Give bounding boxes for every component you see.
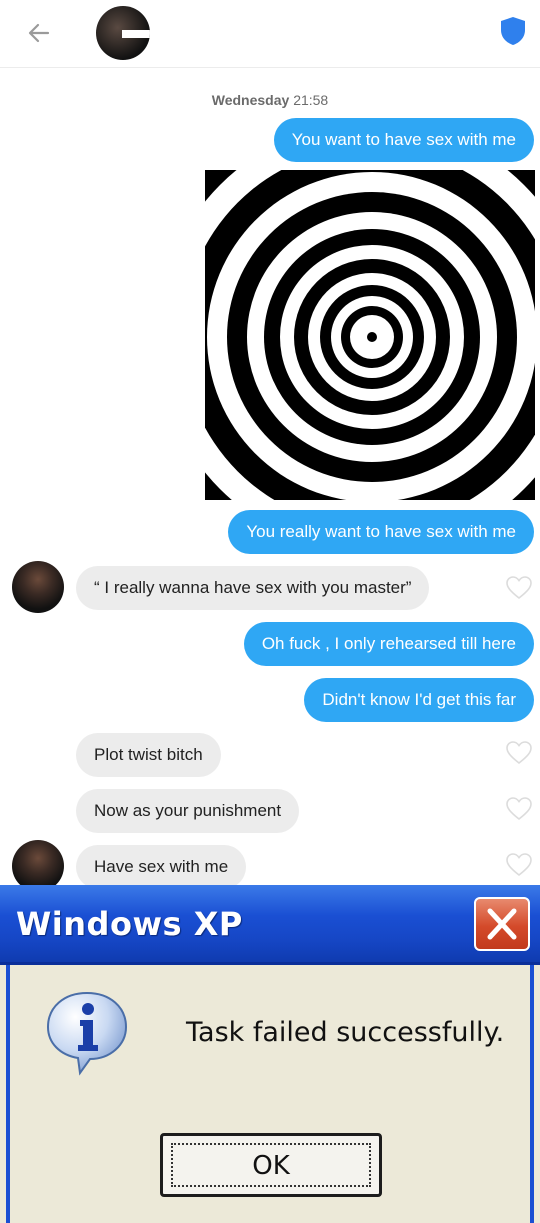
message-bubble-incoming[interactable]: “ I really wanna have sex with you maste…	[76, 566, 430, 610]
message-bubble-incoming[interactable]: Plot twist bitch	[76, 733, 221, 777]
message-bubble-incoming[interactable]: Now as your punishment	[76, 789, 300, 833]
close-icon	[487, 908, 517, 940]
message-bubble-outgoing[interactable]: Oh fuck , I only rehearsed till here	[243, 622, 534, 666]
avatar[interactable]	[12, 561, 64, 613]
heart-icon[interactable]	[506, 853, 532, 877]
message-bubble-incoming[interactable]: Have sex with me	[76, 845, 247, 889]
dialog-message: Task failed successfully.	[186, 1017, 505, 1048]
dialog-title: Windows XP	[16, 905, 243, 943]
heart-icon[interactable]	[506, 741, 532, 765]
message-bubble-outgoing[interactable]: You really want to have sex with me	[228, 510, 534, 554]
chat-header	[0, 0, 540, 68]
shield-icon[interactable]	[500, 16, 526, 46]
close-button[interactable]	[474, 897, 530, 951]
spiral-image[interactable]	[205, 170, 535, 500]
arrow-left-icon[interactable]	[24, 18, 54, 48]
ok-button-label: OK	[171, 1143, 371, 1187]
message-bubble-outgoing[interactable]: You want to have sex with me	[273, 118, 534, 162]
ok-button[interactable]: OK	[160, 1133, 382, 1197]
heart-icon[interactable]	[506, 797, 532, 821]
message-timestamp: Wednesday 21:58	[0, 92, 540, 108]
heart-icon[interactable]	[506, 576, 532, 600]
timestamp-time: 21:58	[293, 92, 329, 108]
error-dialog: Windows XP Task failed successfully. OK	[0, 885, 540, 1223]
message-bubble-outgoing[interactable]: Didn't know I'd get this far	[304, 678, 534, 722]
dialog-title-bar[interactable]: Windows XP	[0, 885, 540, 965]
avatar[interactable]	[96, 6, 150, 60]
dialog-body: Task failed successfully. OK	[6, 965, 534, 1223]
information-icon	[46, 991, 128, 1076]
timestamp-day: Wednesday	[211, 92, 290, 108]
